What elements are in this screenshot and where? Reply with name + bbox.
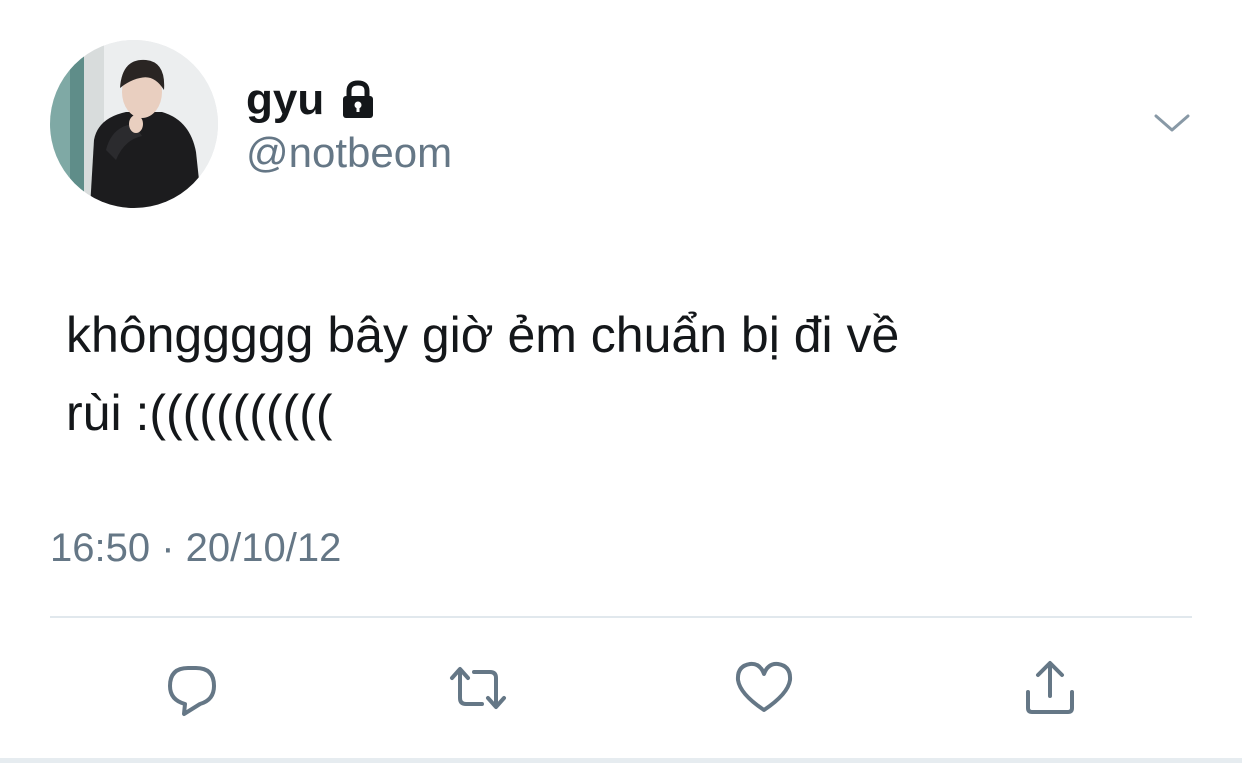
display-name-row: gyu	[246, 70, 376, 130]
bottom-separator	[0, 758, 1242, 763]
reply-button[interactable]	[160, 656, 224, 720]
avatar-photo	[50, 40, 218, 208]
upload-arrow-icon	[1026, 661, 1074, 714]
tweet-card: gyu @notbeom khônggggg bây giờ ẻm chuẩn …	[0, 0, 1242, 763]
share-button[interactable]	[1018, 656, 1082, 720]
divider	[50, 616, 1192, 618]
retweet-arrows-icon	[450, 667, 506, 709]
avatar[interactable]	[50, 40, 218, 208]
heart-icon	[735, 661, 793, 712]
retweet-button[interactable]	[446, 656, 510, 720]
like-button[interactable]	[732, 656, 796, 720]
display-name[interactable]: gyu	[246, 78, 324, 122]
speech-bubble-icon	[168, 666, 216, 716]
lock-icon	[340, 80, 376, 120]
tweet-text: khônggggg bây giờ ẻm chuẩn bị đi về rùi …	[66, 307, 900, 441]
tweet-timestamp[interactable]: 16:50 · 20/10/12	[50, 528, 341, 568]
user-handle[interactable]: @notbeom	[246, 132, 452, 174]
chevron-down-icon[interactable]	[1150, 106, 1194, 140]
